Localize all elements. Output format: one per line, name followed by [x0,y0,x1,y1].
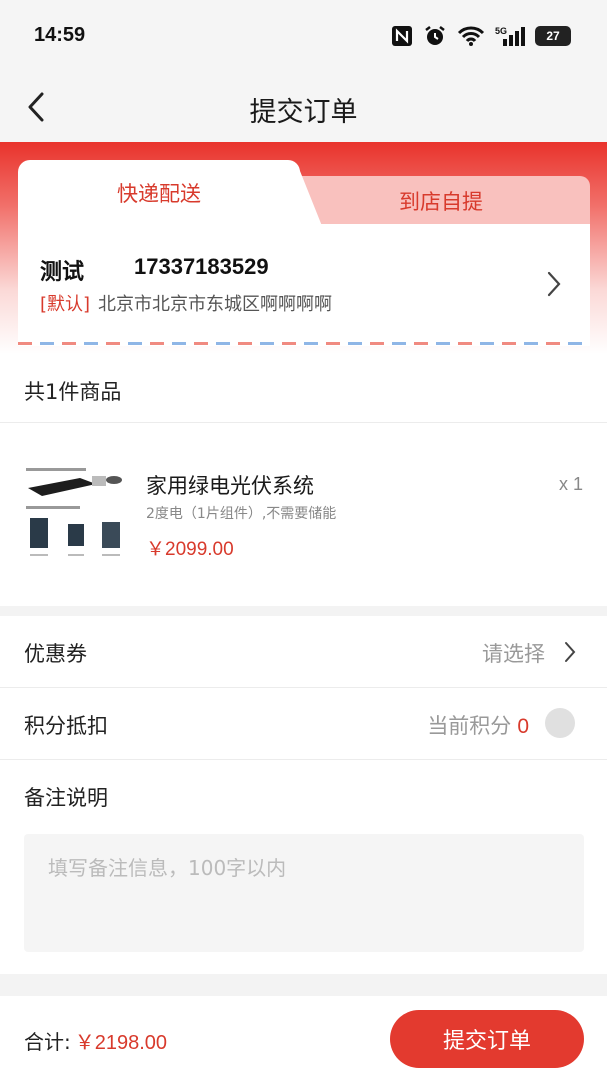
points-row: 积分抵扣 当前积分 0 [0,688,607,760]
points-toggle[interactable] [545,708,575,738]
total-value: ￥2198.00 [74,1032,168,1054]
product-spec: 2度电（1片组件）,不需要储能 [146,506,337,522]
product-image [22,462,130,570]
svg-text:5G: 5G [495,26,507,36]
battery-icon: 27 [535,26,571,46]
tab-delivery[interactable]: 快递配送 [18,160,322,226]
address-detail: 北京市北京市东城区啊啊啊啊 [98,294,333,315]
total-label: 合计: [24,1030,71,1054]
coupon-row[interactable]: 优惠券 请选择 [0,616,607,688]
chevron-right-icon [565,642,576,662]
wifi-icon [457,25,485,47]
goods-section: 共1件商品 家用绿电光伏系统 2度电（1片组件）,不需要储能 ￥2099.00 … [0,354,607,606]
footer-bar: 合计: ￥2198.00 提交订单 [0,996,607,1080]
address-card[interactable]: 测试 17337183529 [默认] 北京市北京市东城区啊啊啊啊 [18,224,590,346]
page-title: 提交订单 [249,97,358,128]
points-current-label: 当前积分 [427,714,512,738]
total: 合计: ￥2198.00 [24,1026,167,1055]
address-name: 测试 [40,260,85,285]
coupon-value: 请选择 [482,642,545,666]
product-quantity: x 1 [558,474,583,494]
divider [0,422,607,423]
divider [0,759,607,760]
status-icons: 5G 27 [391,22,571,50]
nav-bar: 提交订单 [0,72,607,142]
alarm-icon [423,24,447,48]
goods-count: 共1件商品 [24,380,122,404]
status-time: 14:59 [34,24,86,46]
address-line: [默认] 北京市北京市东城区啊啊啊啊 [40,290,332,316]
points-current: 当前积分 0 [427,710,529,740]
default-badge: [默认] [40,294,91,315]
points-value: 0 [517,715,529,738]
remark-input[interactable] [24,834,584,952]
points-label: 积分抵扣 [24,714,108,738]
product-name: 家用绿电光伏系统 [146,474,314,498]
coupon-label: 优惠券 [24,642,87,666]
submit-order-button[interactable]: 提交订单 [390,1010,584,1068]
status-bar: 14:59 5G 27 [0,0,607,72]
address-divider [18,342,590,345]
remark-label: 备注说明 [24,786,108,810]
chevron-right-icon [547,271,561,297]
nfc-icon [391,25,413,47]
5g-signal-icon: 5G [495,25,525,47]
product-price: ￥2099.00 [146,539,234,560]
tab-pickup[interactable]: 到店自提 [292,176,590,224]
options-section: 优惠券 请选择 积分抵扣 当前积分 0 备注说明 [0,616,607,974]
address-phone: 17337183529 [134,254,269,279]
